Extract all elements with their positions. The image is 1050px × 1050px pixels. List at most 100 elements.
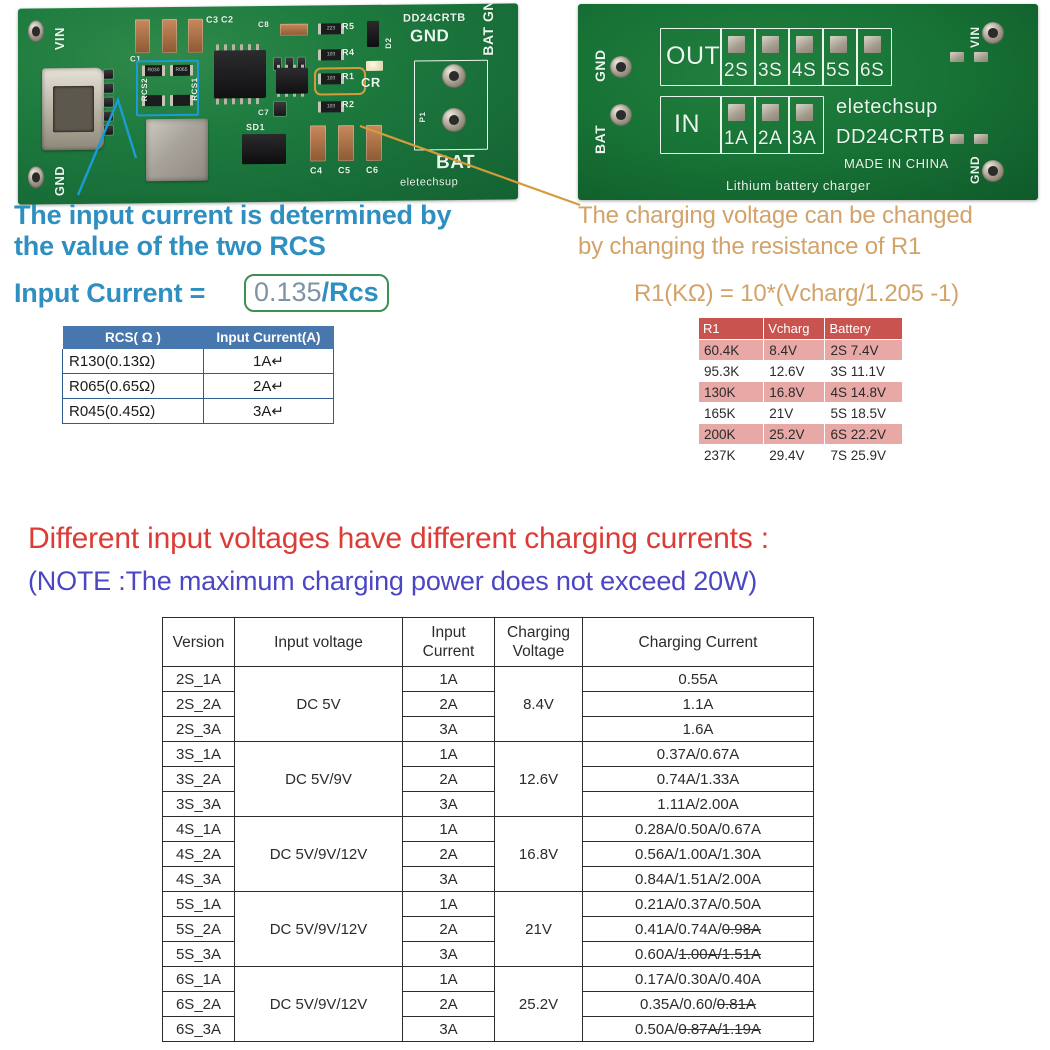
- capacitor-c2: [162, 18, 177, 54]
- usb-pin: [104, 125, 113, 135]
- cell-input-current: 1A: [402, 966, 495, 992]
- out-option-5s-pad[interactable]: [830, 36, 847, 53]
- led-cr: [366, 60, 383, 71]
- cell-charging-voltage: 12.6V: [494, 741, 583, 817]
- out-option-3s-label: 3S: [758, 60, 783, 81]
- silk-label-partnumber-back: DD24CRTB: [836, 126, 946, 148]
- note-heading: (NOTE :The maximum charging power does n…: [28, 566, 757, 596]
- table-row: 130K 16.8V 4S 14.8V: [697, 381, 903, 403]
- in-option-1a-label: 1A: [724, 128, 749, 149]
- charging-current-table: Version Input voltage Input Current Char…: [162, 617, 814, 1042]
- capacitor-c3: [188, 18, 203, 53]
- table-row: R065(0.65Ω) 2A↵: [62, 373, 335, 399]
- silk-label-partnumber: DD24CRTB: [403, 11, 466, 25]
- in-option-2a-label: 2A: [758, 128, 783, 149]
- r1-formula: R1(KΩ) = 10*(Vcharg/1.205 -1): [634, 280, 959, 307]
- silk-label-sd1: SD1: [246, 122, 266, 133]
- left-annotation-text: The input current is determined by the v…: [14, 200, 574, 262]
- table-header-row: R1 Vcharg Battery: [697, 317, 903, 340]
- resistor-r2: 103: [318, 101, 344, 113]
- main-heading: Different input voltages have different …: [28, 522, 769, 555]
- rcs-current: 1A↵: [202, 349, 335, 374]
- table-row: 6S_1A DC 5V/9V/12V 1A 25.2V 0.17A/0.30A/…: [162, 966, 814, 1042]
- smd-pad: [974, 134, 988, 144]
- table-row: 237K 29.4V 7S 25.9V: [697, 444, 903, 466]
- r1-header-battery: Battery: [824, 317, 903, 340]
- cell-input-voltage: DC 5V/9V/12V: [234, 816, 403, 892]
- charging-current-value: 1.1A: [682, 695, 714, 713]
- charging-current-value: 0.55A: [678, 670, 718, 688]
- cell-input-current: 3A: [402, 716, 495, 742]
- charging-current-struck: 0.87A/1.19A: [678, 1020, 761, 1038]
- left-annotation-line1: The input current is determined by: [14, 200, 452, 230]
- charging-current-value: 0.60A/: [635, 945, 679, 963]
- vcharg-value: 16.8V: [763, 381, 826, 403]
- cell-charging-current: 0.55A: [582, 666, 814, 692]
- charger-ic: [214, 50, 266, 99]
- battery-value: 6S 22.2V: [824, 423, 903, 445]
- in-option-3a-pad[interactable]: [796, 104, 813, 121]
- cell-charging-current: 0.35A/0.60/0.81A: [582, 991, 814, 1017]
- table-row: 60.4K 8.4V 2S 7.4V: [697, 339, 903, 361]
- r1-header-resistance: R1: [697, 317, 765, 340]
- capacitor-c7: [274, 101, 286, 116]
- charging-current-value: 0.21A/0.37A/0.50A: [635, 895, 761, 913]
- cell-input-current: 2A: [402, 841, 495, 867]
- vcharg-value: 8.4V: [763, 339, 826, 361]
- silk-label-gnd-back2: GND: [968, 155, 982, 184]
- charging-current-value: 0.56A/1.00A/1.30A: [635, 845, 761, 863]
- usb-pin: [104, 83, 113, 93]
- silk-label-out: OUT: [666, 42, 721, 70]
- r1-voltage-battery-table: R1 Vcharg Battery 60.4K 8.4V 2S 7.4V 95.…: [697, 317, 903, 466]
- out-option-3s-pad[interactable]: [762, 36, 779, 53]
- in-option-2a-pad[interactable]: [762, 104, 779, 121]
- pcb-substrate: C3 C2 C1 R030 R065 RCS2 RCS1 C8 C7 223 R…: [18, 3, 518, 205]
- capacitor-c6: [366, 124, 382, 161]
- cell-version: 4S_2A: [162, 841, 235, 867]
- cell-version: 5S_2A: [162, 916, 235, 942]
- cell-version: 4S_1A: [162, 816, 235, 842]
- vcharg-value: 25.2V: [763, 423, 826, 445]
- silk-label-cr: CR: [361, 74, 381, 91]
- out-option-6s-pad[interactable]: [864, 36, 881, 53]
- vin-pad-back: [982, 22, 1004, 44]
- silk-label-description: Lithium battery charger: [726, 178, 871, 193]
- rcs-current: 2A↵: [202, 373, 335, 399]
- cell-input-current: 3A: [402, 941, 495, 967]
- table-row: R045(0.45Ω) 3A↵: [62, 398, 335, 424]
- r1-value: 60.4K: [697, 339, 765, 361]
- cell-input-current: 1A: [402, 666, 495, 692]
- col-header-charging-current: Charging Current: [582, 617, 814, 667]
- mount-pad-vin: [28, 20, 44, 43]
- cell-charging-current: 0.74A/1.33A: [582, 766, 814, 792]
- cell-input-current: 2A: [402, 766, 495, 792]
- silk-label-brand: eletechsup: [400, 176, 459, 189]
- silk-label-d2: D2: [384, 37, 393, 49]
- right-annotation-line1: The charging voltage can be changed: [578, 202, 973, 229]
- input-current-label: Input Current =: [14, 278, 206, 308]
- smd-pad: [950, 52, 964, 62]
- silk-label-r4: R4: [342, 47, 355, 58]
- table-row: 165K 21V 5S 18.5V: [697, 402, 903, 424]
- out-option-6s-label: 6S: [860, 60, 885, 81]
- charging-current-value: 0.41A/0.74A/: [635, 920, 722, 938]
- cell-input-current: 1A: [402, 891, 495, 917]
- silk-label-c8: C8: [258, 19, 270, 30]
- rcs-value: R130(0.13Ω): [62, 349, 204, 374]
- cell-input-current: 2A: [402, 916, 495, 942]
- pcb-back-view: GND BAT OUT 2S 3S 4S 5S 6S IN 1A 2A 3A e…: [578, 4, 1038, 200]
- battery-value: 3S 11.1V: [824, 360, 903, 382]
- cell-version: 2S_1A: [162, 666, 235, 692]
- table-row: 4S_1A DC 5V/9V/12V 1A 16.8V 0.28A/0.50A/…: [162, 816, 814, 892]
- cell-charging-current: 0.17A/0.30A/0.40A: [582, 966, 814, 992]
- silk-label-r2: R2: [342, 99, 355, 110]
- battery-value: 7S 25.9V: [824, 444, 903, 466]
- vcharg-value: 29.4V: [763, 444, 826, 466]
- resistor-r5: 223: [318, 23, 344, 35]
- out-option-4s-pad[interactable]: [796, 36, 813, 53]
- silk-label-c5: C5: [338, 165, 351, 176]
- cell-charging-current: 0.84A/1.51A/2.00A: [582, 866, 814, 892]
- in-option-1a-pad[interactable]: [728, 104, 745, 121]
- out-option-5s-label: 5S: [826, 60, 851, 81]
- out-option-2s-pad[interactable]: [728, 36, 745, 53]
